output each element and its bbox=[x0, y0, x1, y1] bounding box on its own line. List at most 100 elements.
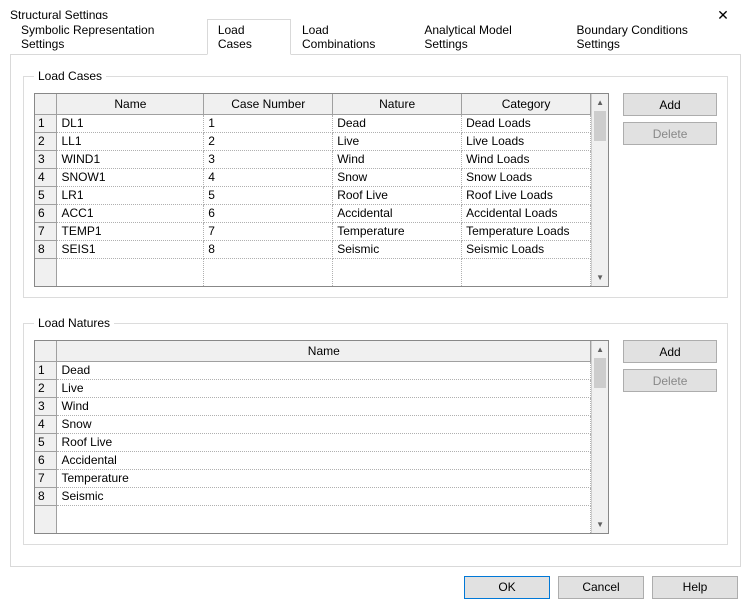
cell-nature[interactable]: Live bbox=[333, 132, 462, 150]
scroll-down-icon[interactable]: ▼ bbox=[592, 269, 608, 286]
scroll-up-icon[interactable]: ▲ bbox=[592, 341, 608, 358]
tab-symbolic-representation[interactable]: Symbolic Representation Settings bbox=[10, 19, 207, 54]
group-load-natures: Load Natures Name bbox=[23, 316, 728, 545]
table-row[interactable]: 2Live bbox=[35, 379, 591, 397]
cell-name[interactable]: WIND1 bbox=[57, 150, 204, 168]
cell-name[interactable]: DL1 bbox=[57, 114, 204, 132]
scroll-thumb[interactable] bbox=[594, 358, 606, 388]
load-natures-add-button[interactable]: Add bbox=[623, 340, 717, 363]
cell-name[interactable]: SNOW1 bbox=[57, 168, 204, 186]
cell-name[interactable]: LR1 bbox=[57, 186, 204, 204]
cell-case-number[interactable]: 1 bbox=[204, 114, 333, 132]
row-number: 2 bbox=[35, 379, 57, 397]
table-row[interactable]: 1Dead bbox=[35, 361, 591, 379]
cell-name[interactable]: Dead bbox=[57, 361, 591, 379]
tab-load-combinations[interactable]: Load Combinations bbox=[291, 19, 413, 54]
table-row-blank[interactable] bbox=[35, 258, 591, 286]
structural-settings-dialog: Structural Settings ✕ Symbolic Represent… bbox=[0, 0, 751, 607]
row-number: 1 bbox=[35, 361, 57, 379]
table-row[interactable]: 2LL12LiveLive Loads bbox=[35, 132, 591, 150]
row-number: 5 bbox=[35, 186, 57, 204]
cell-name[interactable]: SEIS1 bbox=[57, 240, 204, 258]
cell-category[interactable]: Seismic Loads bbox=[462, 240, 591, 258]
cancel-button[interactable]: Cancel bbox=[558, 576, 644, 599]
table-row[interactable]: 7TEMP17TemperatureTemperature Loads bbox=[35, 222, 591, 240]
load-cases-grid[interactable]: Name Case Number Nature Category 1DL11De… bbox=[34, 93, 609, 287]
cell-category[interactable]: Wind Loads bbox=[462, 150, 591, 168]
scroll-thumb[interactable] bbox=[594, 111, 606, 141]
tab-boundary-conditions[interactable]: Boundary Conditions Settings bbox=[566, 19, 741, 54]
cell-category[interactable]: Live Loads bbox=[462, 132, 591, 150]
load-cases-scrollbar[interactable]: ▲ ▼ bbox=[591, 94, 608, 286]
help-button[interactable]: Help bbox=[652, 576, 738, 599]
table-row[interactable]: 1DL11DeadDead Loads bbox=[35, 114, 591, 132]
cell-category[interactable]: Accidental Loads bbox=[462, 204, 591, 222]
cell-nature[interactable]: Seismic bbox=[333, 240, 462, 258]
row-number: 6 bbox=[35, 204, 57, 222]
cell-category[interactable]: Snow Loads bbox=[462, 168, 591, 186]
cell-nature[interactable]: Wind bbox=[333, 150, 462, 168]
cell-category[interactable]: Temperature Loads bbox=[462, 222, 591, 240]
cell-case-number[interactable]: 8 bbox=[204, 240, 333, 258]
col-name[interactable]: Name bbox=[57, 341, 591, 361]
col-case-number[interactable]: Case Number bbox=[204, 94, 333, 114]
row-number: 7 bbox=[35, 222, 57, 240]
row-number: 1 bbox=[35, 114, 57, 132]
table-row[interactable]: 6Accidental bbox=[35, 451, 591, 469]
cell-category[interactable]: Dead Loads bbox=[462, 114, 591, 132]
load-natures-grid[interactable]: Name 1Dead2Live3Wind4Snow5Roof Live6Acci… bbox=[34, 340, 609, 534]
col-name[interactable]: Name bbox=[57, 94, 204, 114]
tab-analytical-model[interactable]: Analytical Model Settings bbox=[413, 19, 565, 54]
table-row[interactable]: 5Roof Live bbox=[35, 433, 591, 451]
tab-load-cases[interactable]: Load Cases bbox=[207, 19, 291, 55]
cell-case-number[interactable]: 6 bbox=[204, 204, 333, 222]
cell-nature[interactable]: Temperature bbox=[333, 222, 462, 240]
scroll-down-icon[interactable]: ▼ bbox=[592, 516, 608, 533]
table-row[interactable]: 8Seismic bbox=[35, 487, 591, 505]
cell-case-number[interactable]: 2 bbox=[204, 132, 333, 150]
table-row[interactable]: 5LR15Roof LiveRoof Live Loads bbox=[35, 186, 591, 204]
group-load-cases: Load Cases bbox=[23, 69, 728, 298]
cell-nature[interactable]: Accidental bbox=[333, 204, 462, 222]
tab-strip: Symbolic Representation Settings Load Ca… bbox=[10, 32, 741, 54]
row-number: 8 bbox=[35, 487, 57, 505]
cell-name[interactable]: Seismic bbox=[57, 487, 591, 505]
cell-name[interactable]: LL1 bbox=[57, 132, 204, 150]
cell-nature[interactable]: Snow bbox=[333, 168, 462, 186]
cell-name[interactable]: Live bbox=[57, 379, 591, 397]
load-cases-delete-button[interactable]: Delete bbox=[623, 122, 717, 145]
cell-name[interactable]: Wind bbox=[57, 397, 591, 415]
col-nature[interactable]: Nature bbox=[333, 94, 462, 114]
load-cases-add-button[interactable]: Add bbox=[623, 93, 717, 116]
scroll-up-icon[interactable]: ▲ bbox=[592, 94, 608, 111]
col-category[interactable]: Category bbox=[462, 94, 591, 114]
row-number: 3 bbox=[35, 150, 57, 168]
load-natures-delete-button[interactable]: Delete bbox=[623, 369, 717, 392]
table-row-blank[interactable] bbox=[35, 505, 591, 533]
table-row[interactable]: 6ACC16AccidentalAccidental Loads bbox=[35, 204, 591, 222]
cell-case-number[interactable]: 5 bbox=[204, 186, 333, 204]
cell-name[interactable]: Temperature bbox=[57, 469, 591, 487]
cell-case-number[interactable]: 4 bbox=[204, 168, 333, 186]
table-row[interactable]: 3WIND13WindWind Loads bbox=[35, 150, 591, 168]
table-row[interactable]: 4Snow bbox=[35, 415, 591, 433]
table-row[interactable]: 7Temperature bbox=[35, 469, 591, 487]
cell-nature[interactable]: Dead bbox=[333, 114, 462, 132]
ok-button[interactable]: OK bbox=[464, 576, 550, 599]
cell-name[interactable]: Roof Live bbox=[57, 433, 591, 451]
table-row[interactable]: 8SEIS18SeismicSeismic Loads bbox=[35, 240, 591, 258]
table-row[interactable]: 3Wind bbox=[35, 397, 591, 415]
cell-case-number[interactable]: 3 bbox=[204, 150, 333, 168]
cell-name[interactable]: Snow bbox=[57, 415, 591, 433]
cell-category[interactable]: Roof Live Loads bbox=[462, 186, 591, 204]
cell-nature[interactable]: Roof Live bbox=[333, 186, 462, 204]
cell-name[interactable]: TEMP1 bbox=[57, 222, 204, 240]
cell-name[interactable]: ACC1 bbox=[57, 204, 204, 222]
cell-case-number[interactable]: 7 bbox=[204, 222, 333, 240]
load-natures-scrollbar[interactable]: ▲ ▼ bbox=[591, 341, 608, 533]
dialog-footer: OK Cancel Help bbox=[0, 567, 751, 607]
table-row[interactable]: 4SNOW14SnowSnow Loads bbox=[35, 168, 591, 186]
tab-panel-load-cases: Load Cases bbox=[10, 54, 741, 567]
cell-name[interactable]: Accidental bbox=[57, 451, 591, 469]
row-number: 5 bbox=[35, 433, 57, 451]
